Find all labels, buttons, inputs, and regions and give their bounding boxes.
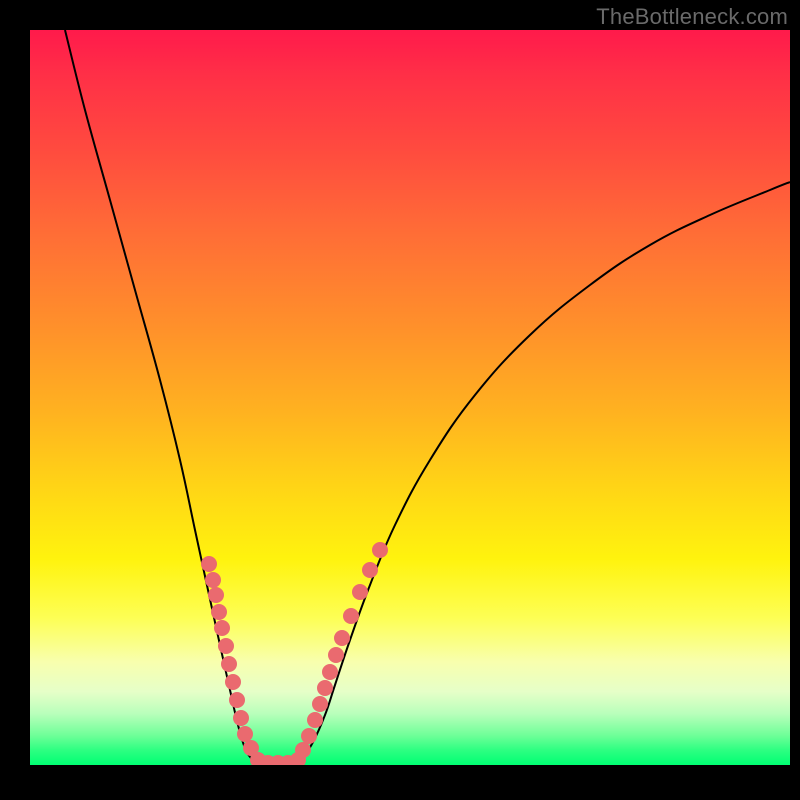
dot-left-0: [201, 556, 217, 572]
chart-container: TheBottleneck.com: [0, 0, 800, 800]
dot-left-4: [214, 620, 230, 636]
dot-left-6: [221, 656, 237, 672]
dot-left-3: [211, 604, 227, 620]
curve-svg: [30, 30, 790, 765]
dot-right-8: [343, 608, 359, 624]
dot-left-7: [225, 674, 241, 690]
dot-right-9: [352, 584, 368, 600]
dot-right-4: [317, 680, 333, 696]
dot-right-2: [307, 712, 323, 728]
dot-right-1: [301, 728, 317, 744]
dot-cluster-bottom: [250, 752, 306, 765]
dot-left-10: [237, 726, 253, 742]
dot-left-2: [208, 587, 224, 603]
curve-right-arm: [292, 182, 790, 764]
dot-right-5: [322, 664, 338, 680]
dot-right-7: [334, 630, 350, 646]
dot-right-11: [372, 542, 388, 558]
dot-left-1: [205, 572, 221, 588]
dot-left-9: [233, 710, 249, 726]
dot-right-10: [362, 562, 378, 578]
dot-cluster-left: [201, 556, 259, 756]
dot-right-3: [312, 696, 328, 712]
dot-right-6: [328, 647, 344, 663]
dot-left-5: [218, 638, 234, 654]
dot-left-8: [229, 692, 245, 708]
curve-left-arm: [65, 30, 262, 764]
watermark-label: TheBottleneck.com: [596, 4, 788, 30]
plot-area: [30, 30, 790, 765]
dot-cluster-right: [295, 542, 388, 758]
